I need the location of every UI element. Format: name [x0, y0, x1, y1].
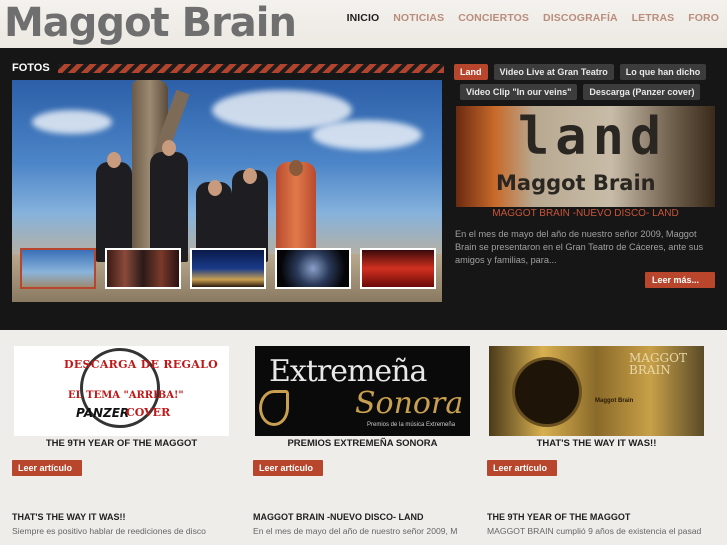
band-member [276, 162, 316, 262]
nav-letras[interactable]: LETRAS [632, 12, 675, 24]
read-article-button[interactable]: Leer artículo [487, 460, 557, 476]
band-member-head [208, 180, 222, 196]
art-text: COVER [126, 406, 171, 419]
read-article-button[interactable]: Leer artículo [253, 460, 323, 476]
read-article-button[interactable]: Leer artículo [12, 460, 82, 476]
thumbnail-3[interactable] [190, 248, 266, 289]
photo-thumbnails [20, 248, 436, 289]
article-image[interactable]: Extremeña Sonora Premios de la música Ex… [255, 346, 470, 436]
article-caption[interactable]: PREMIOS EXTREMEÑA SONORA [253, 438, 472, 449]
tab-video-live[interactable]: Video Live at Gran Teatro [493, 64, 614, 80]
album-cover-band: Maggot Brain [496, 171, 656, 195]
band-member-head [162, 140, 176, 156]
band-member-head [107, 152, 121, 168]
art-text: PANZER [76, 406, 130, 420]
featured-title[interactable]: MAGGOT BRAIN -NUEVO DISCO- LAND [456, 208, 715, 219]
swirl-icon [259, 390, 289, 426]
thumbnail-5[interactable] [360, 248, 436, 289]
article-excerpt: MAGGOT BRAIN cumplió 9 años de existenci… [487, 526, 702, 536]
album-cover-word: land [518, 107, 668, 167]
nav-noticias[interactable]: NOTICIAS [393, 12, 444, 24]
stripe-divider [57, 63, 444, 73]
article-image[interactable]: DESCARGA DE REGALO EL TEMA "ARRIBA!" PAN… [14, 346, 229, 436]
article-caption[interactable]: THE 9TH YEAR OF THE MAGGOT [12, 438, 231, 449]
tab-descarga[interactable]: Descarga (Panzer cover) [583, 84, 701, 100]
nav-inicio[interactable]: INICIO [347, 12, 380, 24]
cloud [32, 110, 112, 134]
band-member [150, 152, 188, 262]
art-text: DESCARGA DE REGALO [64, 358, 218, 371]
article-title[interactable]: THAT'S THE WAY IT WAS!! [12, 512, 125, 522]
art-text: Sonora [355, 386, 464, 421]
thumbnail-1[interactable] [20, 248, 96, 289]
art-text: Premios de la música Extremeña [367, 422, 456, 428]
art-text: Maggot Brain [595, 398, 634, 404]
gallery-header: FOTOS [12, 62, 444, 74]
article-caption[interactable]: THAT'S THE WAY IT WAS!! [487, 438, 706, 449]
read-more-button[interactable]: Leer más... [645, 272, 715, 288]
main-nav: INICIO NOTICIAS CONCIERTOS DISCOGRAFÍA L… [347, 12, 719, 24]
article-card: DESCARGA DE REGALO EL TEMA "ARRIBA!" PAN… [12, 346, 244, 536]
article-image[interactable]: MAGGOT BRAIN Maggot Brain [489, 346, 704, 436]
thumbnail-2[interactable] [105, 248, 181, 289]
article-excerpt: En el mes de mayo del año de nuestro señ… [253, 526, 458, 536]
featured-excerpt: En el mes de mayo del año de nuestro señ… [455, 229, 704, 265]
thumbnail-4[interactable] [275, 248, 351, 289]
tab-lo-que-han-dicho[interactable]: Lo que han dicho [619, 64, 707, 80]
art-text: EL TEMA "ARRIBA!" [68, 390, 184, 401]
article-cards: DESCARGA DE REGALO EL TEMA "ARRIBA!" PAN… [0, 330, 727, 545]
art-text: MAGGOT BRAIN [629, 351, 687, 377]
nav-conciertos[interactable]: CONCIERTOS [458, 12, 529, 24]
article-title[interactable]: MAGGOT BRAIN -NUEVO DISCO- LAND [253, 512, 424, 522]
article-card: MAGGOT BRAIN Maggot Brain THAT'S THE WAY … [487, 346, 719, 536]
site-logo[interactable]: Maggot Brain [4, 0, 297, 46]
band-member-head [243, 168, 257, 184]
article-card: Extremeña Sonora Premios de la música Ex… [253, 346, 485, 536]
featured-tabs: Land Video Live at Gran Teatro Lo que ha… [454, 64, 716, 100]
article-title[interactable]: THE 9TH YEAR OF THE MAGGOT [487, 512, 630, 522]
cloud [312, 120, 422, 150]
tab-land[interactable]: Land [454, 64, 488, 80]
site-header: Maggot Brain INICIO NOTICIAS CONCIERTOS … [0, 0, 727, 48]
nav-discografia[interactable]: DISCOGRAFÍA [543, 12, 618, 24]
nav-foro[interactable]: FORO [688, 12, 719, 24]
album-cover[interactable]: land Maggot Brain [456, 106, 715, 207]
art-text: Extremeña [269, 354, 427, 389]
band-member-head [289, 160, 303, 176]
gallery-title: FOTOS [12, 62, 50, 74]
cd-disc-icon [515, 360, 579, 424]
article-excerpt: Siempre es positivo hablar de reedicione… [12, 526, 206, 536]
band-member [96, 162, 132, 262]
tab-video-clip[interactable]: Video Clip "In our veins" [460, 84, 578, 100]
